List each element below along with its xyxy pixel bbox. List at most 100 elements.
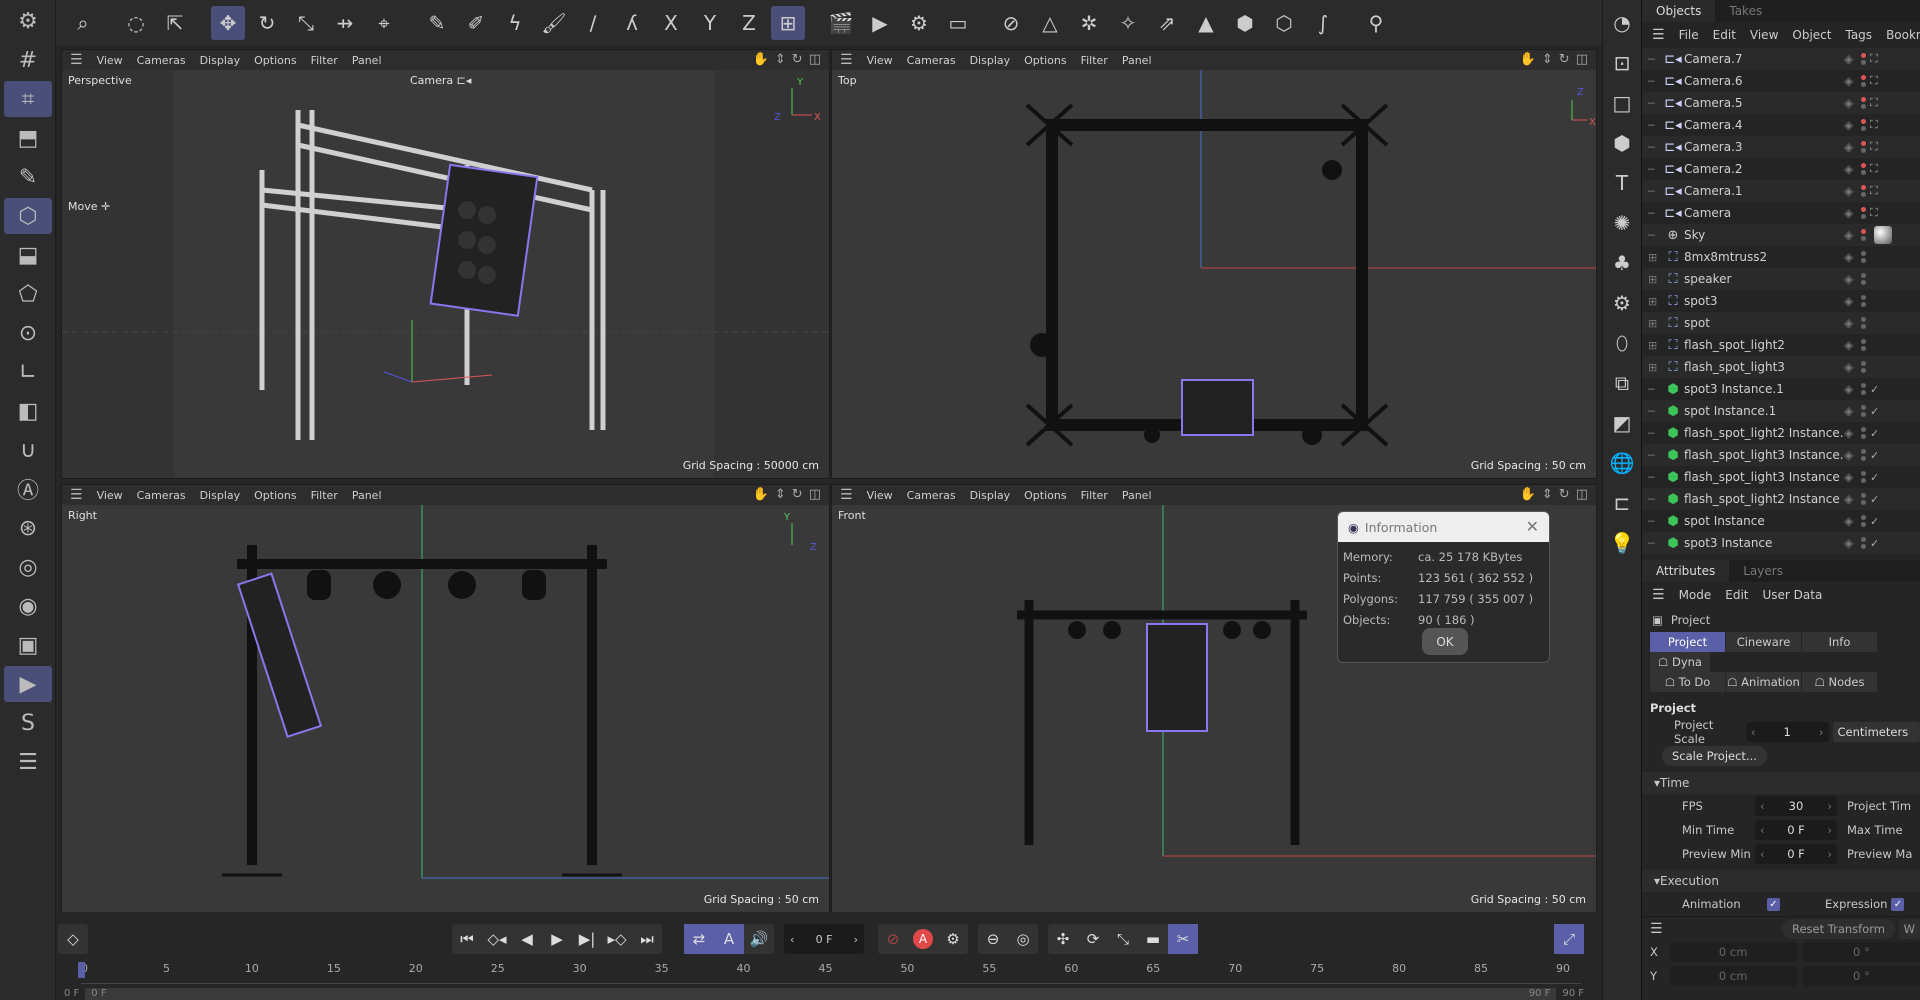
object-list-item[interactable]: ─ ⊏◂ Camera ◈ ⛶ [1642,202,1920,224]
visibility-dots[interactable] [1858,449,1868,461]
polygon-mode-icon[interactable]: ⬠ [4,276,52,312]
visibility-dots[interactable] [1858,97,1868,109]
camera-target-tag-icon[interactable]: ⛶ [1870,52,1884,66]
sky-material-tag-icon[interactable] [1874,226,1892,244]
object-list-item[interactable]: ─ ⊏◂ Camera.2 ◈ ⛶ [1642,158,1920,180]
enabled-check-icon[interactable]: ✓ [1870,537,1884,550]
camera-icon[interactable]: ⊏ [1606,486,1638,520]
x-axis-lock-icon[interactable]: X [654,6,688,40]
attr-tab[interactable]: ☖ Animation [1726,672,1801,692]
visibility-dots[interactable] [1858,537,1868,549]
next-key-icon[interactable]: ▸◇ [602,924,632,954]
object-list-item[interactable]: ⊞ ⛶ 8mx8mtruss2 ◈ [1642,246,1920,268]
hamburger-menu-icon[interactable]: ☰ [1650,921,1663,937]
maximize-icon[interactable]: ◫ [1576,52,1588,67]
autokey-mode-icon[interactable]: A [714,924,744,954]
enabled-check-icon[interactable]: ✓ [1870,471,1884,484]
visibility-dots[interactable] [1858,75,1868,87]
objects-menu-file[interactable]: File [1679,28,1699,42]
z-axis-lock-icon[interactable]: Z [732,6,766,40]
viewport-top[interactable]: ☰ View Cameras Display Options Filter Panel ✋ ⇕… [831,49,1597,479]
visibility-dots[interactable] [1858,361,1868,373]
hamburger-menu-icon[interactable]: ☰ [70,487,83,503]
y-axis-lock-icon[interactable]: Y [693,6,727,40]
object-list-item[interactable]: ⊞ ⛶ spot3 ◈ [1642,290,1920,312]
viewport-menu-display[interactable]: Display [970,54,1011,67]
visibility-dots[interactable] [1858,185,1868,197]
attr-tab[interactable]: Cineware [1726,632,1801,652]
visibility-dots[interactable] [1858,295,1868,307]
current-frame-field[interactable]: ‹ 0 F › [784,924,864,954]
attr-tab[interactable]: Info [1802,632,1877,652]
orbit-icon[interactable]: ↻ [1559,487,1570,502]
objects-menu-view[interactable]: View [1750,28,1778,42]
deformer-icon[interactable]: ⬯ [1606,326,1638,360]
object-list-item[interactable]: ─ ⊏◂ Camera.1 ◈ ⛶ [1642,180,1920,202]
visibility-dots[interactable] [1858,119,1868,131]
enabled-check-icon[interactable]: ✓ [1870,427,1884,440]
expand-icon[interactable]: ⊞ [1648,273,1662,286]
viewport-menu-panel[interactable]: Panel [352,54,382,67]
animation-checkbox[interactable]: ✓ [1767,897,1780,911]
sound-icon[interactable]: 🔊 [744,924,774,954]
knife-icon[interactable]: ∕ [576,6,610,40]
object-list-item[interactable]: ─ ⬢ flash_spot_light3 Instance ◈ ✓ [1642,466,1920,488]
object-list-item[interactable]: ⊞ ⛶ flash_spot_light2 ◈ [1642,334,1920,356]
visibility-dots[interactable] [1858,317,1868,329]
expression-checkbox[interactable]: ✓ [1891,897,1905,911]
viewport-perspective[interactable]: ☰ View Cameras Display Options Filter Panel ✋ ⇕… [61,49,830,479]
prev-key-icon[interactable]: ◇◂ [482,924,512,954]
tab-objects[interactable]: Objects [1642,0,1716,22]
camera-target-tag-icon[interactable]: ⛶ [1870,140,1884,154]
sparkle-icon[interactable]: ✧ [1111,6,1145,40]
maximize-icon[interactable]: ◫ [1576,487,1588,502]
objects-menu-edit[interactable]: Edit [1713,28,1736,42]
cube-object-icon[interactable]: ⬢ [1606,126,1638,160]
viewport-menu-cameras[interactable]: Cameras [137,54,186,67]
attributes-menu-mode[interactable]: Mode [1679,588,1712,602]
substance-icon[interactable]: S [4,705,52,741]
dolly-icon[interactable]: ⇕ [775,487,786,502]
visibility-dots[interactable] [1858,471,1868,483]
hamburger-menu-icon[interactable]: ☰ [1652,27,1665,43]
scale-key-icon[interactable]: ⤡ [1108,924,1138,954]
viewport-menu-panel[interactable]: Panel [1122,54,1152,67]
triangle-object-icon[interactable]: ▲ [1189,6,1223,40]
viewport-menu-view[interactable]: View [97,54,123,67]
object-list-item[interactable]: ─ ⊏◂ Camera.6 ◈ ⛶ [1642,70,1920,92]
ok-button[interactable]: OK [1422,628,1468,655]
pla-key-icon[interactable]: ✂ [1168,924,1198,954]
object-list-item[interactable]: ─ ⊏◂ Camera.5 ◈ ⛶ [1642,92,1920,114]
maximize-icon[interactable]: ◫ [809,52,821,67]
spline-object-icon[interactable]: ⊡ [1606,46,1638,80]
hamburger-menu-icon[interactable]: ☰ [840,52,853,68]
viewport-menu-display[interactable]: Display [970,489,1011,502]
layer-icon[interactable]: ◈ [1844,514,1858,528]
playhead[interactable] [78,962,85,978]
object-list-item[interactable]: ⊞ ⛶ flash_spot_light3 ◈ [1642,356,1920,378]
loop-icon[interactable]: ⇄ [684,924,714,954]
field-icon[interactable]: ◩ [1606,406,1638,440]
layer-icon[interactable]: ◈ [1844,272,1858,286]
select-tool-icon[interactable]: ⇱ [158,6,192,40]
live-selection-icon[interactable]: ◌ [119,6,153,40]
dolly-icon[interactable]: ⇕ [775,52,786,67]
camera-target-tag-icon[interactable]: ⛶ [1870,184,1884,198]
camera-target-tag-icon[interactable]: ⛶ [1870,162,1884,176]
enabled-check-icon[interactable]: ✓ [1870,449,1884,462]
viewport-menu-options[interactable]: Options [1024,54,1066,67]
camera-target-tag-icon[interactable]: ⛶ [1870,96,1884,110]
attr-tab[interactable]: ☖ Dyna [1650,652,1710,672]
camera-label[interactable]: Camera ⊏◂ [410,74,471,87]
visibility-dots[interactable] [1858,141,1868,153]
layers-icon[interactable]: ☰ [4,744,52,780]
autokey-icon[interactable]: A [908,924,938,954]
visibility-dots[interactable] [1858,273,1868,285]
object-list-item[interactable]: ─ ⬢ spot3 Instance.1 ◈ ✓ [1642,378,1920,400]
position-field[interactable]: 0 cm [1669,966,1797,986]
visibility-dots[interactable] [1858,207,1868,219]
pan-icon[interactable]: ✋ [753,487,769,502]
fps-field[interactable]: ‹ 30 › [1755,796,1837,816]
prev-frame-icon[interactable]: ◀ [512,924,542,954]
expand-icon[interactable]: ⊞ [1648,361,1662,374]
